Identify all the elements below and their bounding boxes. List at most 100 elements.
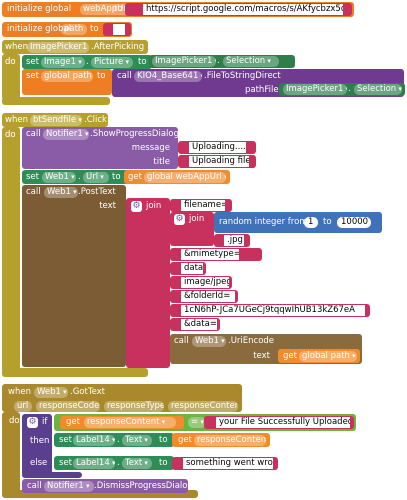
event-param-responsecontent[interactable]: responseContent (168, 401, 238, 412)
component-dropdown[interactable]: btSendfile (30, 115, 82, 126)
component-dropdown[interactable]: ImagePicker1 (283, 84, 347, 95)
component-dropdown[interactable]: Web1 (44, 187, 78, 198)
gear-icon[interactable]: ⚙ (131, 201, 142, 212)
get-label: get (128, 172, 142, 182)
url-text-value[interactable]: https://script.google.com/macros/s/AKfyc… (143, 4, 343, 15)
property-dropdown[interactable]: Text (122, 458, 152, 469)
get-label: get (66, 417, 80, 427)
error-text-value[interactable]: something went wrong (183, 458, 273, 469)
property-dropdown[interactable]: Selection (223, 56, 279, 67)
dot-label: . (117, 458, 120, 468)
do-label: do (9, 416, 20, 426)
join-item-text[interactable]: &data= (181, 319, 217, 330)
dot-label: . (217, 56, 220, 66)
folder-id-text[interactable]: 1cN6hP-JCa7UGeCj9tqqwIhUB13kZ67eA (181, 305, 365, 316)
variable-dropdown[interactable]: global path (41, 71, 93, 82)
to-label: to (323, 217, 332, 227)
to-label: to (114, 4, 123, 14)
to-label: to (138, 57, 147, 67)
join-item-text[interactable]: filename= (181, 200, 225, 211)
method-name: .UriEncode (228, 336, 275, 346)
else-label: else (30, 458, 48, 468)
dot-label: . (117, 435, 120, 445)
when-label: when (5, 42, 28, 52)
variable-dropdown[interactable]: global path (299, 351, 357, 362)
join-item-text[interactable]: &mimetype= (181, 249, 239, 260)
property-dropdown[interactable]: Text (122, 435, 152, 446)
variable-dropdown[interactable]: responseContent (84, 417, 176, 428)
afterpicking-foot (2, 97, 110, 105)
component-dropdown[interactable]: Label14 (73, 458, 115, 469)
variable-dropdown[interactable]: responseContent (194, 435, 266, 446)
when-label: when (5, 115, 28, 125)
call-label: call (26, 187, 41, 197)
set-label: set (26, 172, 39, 182)
get-label: get (178, 435, 192, 445)
dot-label: . (86, 57, 89, 67)
empty-text-value[interactable] (113, 24, 125, 35)
message-text-value[interactable]: Uploading.... (189, 142, 246, 153)
to-label: to (112, 172, 121, 182)
event-name: .GotText (70, 387, 106, 397)
property-dropdown[interactable]: Picture (91, 57, 133, 68)
event-name: .Click (84, 115, 107, 125)
property-dropdown[interactable]: Selection (354, 84, 402, 95)
component-dropdown[interactable]: KIO4_Base641 (134, 71, 202, 82)
global-name-field[interactable]: path (61, 24, 87, 35)
set-label: set (59, 458, 72, 468)
title-text-value[interactable]: Uploading file (189, 156, 249, 167)
to-label: to (97, 71, 106, 81)
call-label: call (27, 481, 42, 491)
init-global-label: initialize global (7, 4, 72, 14)
component-dropdown[interactable]: Notifier1 (43, 129, 89, 140)
arg-label: pathFile (245, 85, 279, 95)
random-from-number[interactable]: 1 (304, 217, 318, 228)
join-block[interactable] (126, 198, 170, 368)
component-dropdown[interactable]: Web1 (192, 336, 226, 347)
join-label: join (146, 201, 162, 211)
random-to-number[interactable]: 10000 (337, 217, 371, 228)
event-param-responsetype[interactable]: responseType (104, 401, 164, 412)
dot-label: . (348, 84, 351, 94)
join-item-text[interactable]: data: (181, 263, 203, 274)
if-label: if (42, 417, 48, 427)
to-label: to (90, 24, 99, 34)
component-dropdown[interactable]: Label14 (73, 435, 115, 446)
method-name: .PostText (78, 187, 116, 197)
message-param-label: message (131, 143, 170, 153)
component-dropdown[interactable]: ImagePicker1 (152, 56, 216, 67)
join-item-text[interactable]: &folderId= (181, 291, 235, 302)
to-label: to (159, 458, 168, 468)
set-label: set (59, 435, 72, 445)
event-name: .AfterPicking (91, 42, 145, 52)
gear-icon[interactable]: ⚙ (27, 417, 38, 428)
event-param-responsecode[interactable]: responseCode (36, 401, 100, 412)
click-body-bar (2, 127, 20, 372)
component-dropdown[interactable]: Web1 (42, 172, 76, 183)
property-dropdown[interactable]: Url (83, 172, 109, 183)
then-label: then (30, 436, 50, 446)
posttext-call-block[interactable] (22, 185, 126, 367)
extension-text[interactable]: .jpg (224, 235, 244, 246)
method-name: .DismissProgressDialog (94, 481, 193, 491)
do-label: do (5, 130, 16, 140)
method-name: .ShowProgressDialog (90, 129, 179, 139)
join-label: join (189, 214, 205, 224)
join-item-text[interactable]: image/jpeg (181, 277, 229, 288)
success-text-value[interactable]: your File Successfully Uploaded (216, 417, 350, 428)
component-dropdown[interactable]: Web1 (34, 387, 68, 398)
do-label: do (5, 57, 16, 67)
variable-dropdown[interactable]: global webAppUrl (144, 172, 226, 183)
title-param-label: title (153, 157, 170, 167)
gear-icon[interactable]: ⚙ (174, 214, 185, 225)
component-dropdown[interactable]: Notifier1 (44, 481, 94, 492)
click-foot (2, 368, 148, 377)
text-param-label: text (99, 201, 116, 211)
component-dropdown[interactable]: Image1 (41, 57, 85, 68)
text-param-label: text (253, 351, 270, 361)
to-label: to (159, 435, 168, 445)
component-dropdown[interactable]: ImagePicker1 (27, 42, 89, 53)
set-label: set (26, 71, 39, 81)
event-param-url[interactable]: url (14, 401, 32, 412)
when-label: when (8, 387, 31, 397)
